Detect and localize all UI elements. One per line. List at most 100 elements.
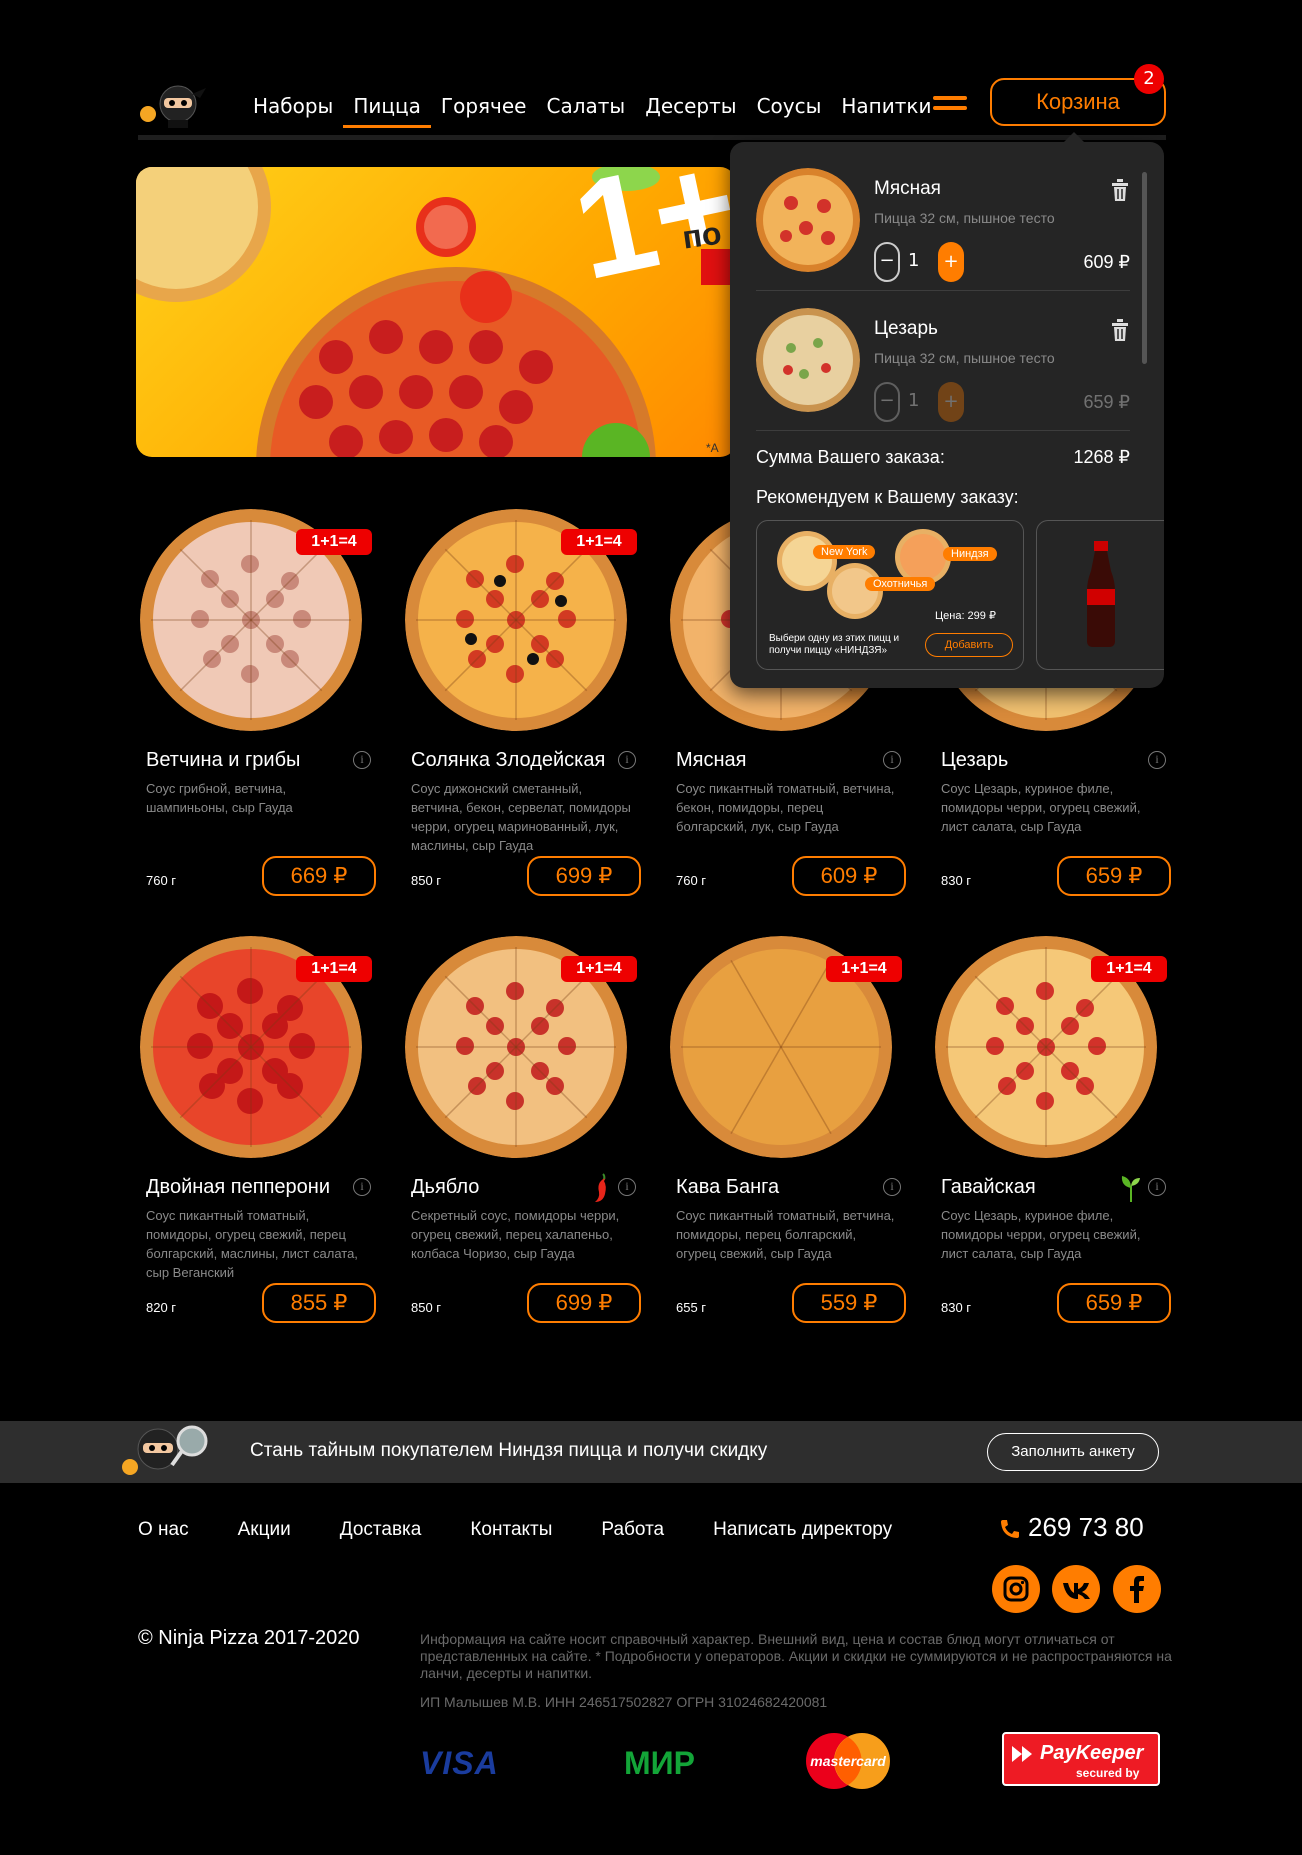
price-button[interactable]: 699 ₽ <box>527 856 641 896</box>
product-name: Цезарь <box>941 749 1009 771</box>
magnifier-icon <box>122 1425 208 1475</box>
qty-value: 1 <box>908 250 920 271</box>
qty-value: 1 <box>908 390 920 411</box>
product-weight: 760 г <box>676 873 707 888</box>
footer-link-promo[interactable]: Акции <box>238 1519 291 1541</box>
vk-icon[interactable] <box>1052 1565 1100 1613</box>
qty-minus-button[interactable]: − <box>874 242 900 282</box>
info-icon[interactable]: i <box>1148 751 1166 769</box>
fill-survey-button[interactable]: Заполнить анкету <box>987 1433 1159 1471</box>
trash-icon[interactable] <box>1110 178 1130 202</box>
footer-nav: О нас Акции Доставка Контакты Работа Нап… <box>138 1519 941 1541</box>
svg-text:по: по <box>680 215 724 256</box>
ninja-logo-icon[interactable] <box>138 80 210 130</box>
nav-hot[interactable]: Горячее <box>431 86 537 126</box>
order-total: Сумма Вашего заказа: 1268 ₽ <box>756 447 1130 468</box>
footer-link-contacts[interactable]: Контакты <box>470 1519 552 1541</box>
cart-item-price: 659 ₽ <box>1083 392 1131 412</box>
product-description: Соус пикантный томатный, ветчина, помидо… <box>676 1208 895 1261</box>
cart-count-badge: 2 <box>1134 64 1164 94</box>
banner-illustration: 1+ *А по <box>136 167 736 457</box>
page: { "header": { "nav": ["Наборы", "Пицца",… <box>0 0 1302 1855</box>
facebook-icon[interactable] <box>1113 1565 1161 1613</box>
price-button[interactable]: 699 ₽ <box>527 1283 641 1323</box>
rec-price: Цена: 299 ₽ <box>935 610 996 622</box>
footer-link-about[interactable]: О нас <box>138 1519 189 1541</box>
rec-tag: Охотничья <box>865 577 936 591</box>
qty-plus-button[interactable]: + <box>938 382 964 422</box>
order-total-value: 1268 ₽ <box>1073 447 1131 467</box>
info-icon[interactable]: i <box>883 751 901 769</box>
product-name: Гавайская <box>941 1176 1036 1198</box>
chili-icon <box>595 1173 606 1202</box>
product-weight: 760 г <box>146 873 177 888</box>
info-icon[interactable]: i <box>1148 1178 1166 1196</box>
qty-minus-button[interactable]: − <box>874 382 900 422</box>
footer-link-delivery[interactable]: Доставка <box>340 1519 422 1541</box>
mir-logo: МИР <box>624 1745 695 1781</box>
cart-item-name: Цезарь <box>874 318 938 339</box>
nav-drinks[interactable]: Напитки <box>831 86 941 126</box>
product-card[interactable]: 1+1=4 Дьябло i Секретный соус, помидоры … <box>403 936 643 1323</box>
qty-plus-button[interactable]: + <box>938 242 964 282</box>
price-button[interactable]: 559 ₽ <box>792 1283 906 1323</box>
nav-pizza[interactable]: Пицца <box>343 86 431 128</box>
price-button[interactable]: 659 ₽ <box>1057 856 1171 896</box>
product-description: Соус Цезарь, куриное филе, помидоры черр… <box>941 1208 1141 1261</box>
cart-item: Цезарь Пицца 32 см, пышное тесто − 1 + 6… <box>756 290 1131 422</box>
trash-icon[interactable] <box>1110 318 1130 342</box>
price-button[interactable]: 609 ₽ <box>792 856 906 896</box>
paykeeper-arrows-icon <box>1012 1746 1032 1762</box>
order-total-label: Сумма Вашего заказа: <box>756 447 945 467</box>
nav-salads[interactable]: Салаты <box>536 86 635 126</box>
price-button[interactable]: 659 ₽ <box>1057 1283 1171 1323</box>
copyright: © Ninja Pizza 2017-2020 <box>138 1627 360 1649</box>
mystery-text: Стань тайным покупателем Ниндзя пицца и … <box>250 1440 768 1461</box>
promo-badge: 1+1=4 <box>1091 956 1167 982</box>
nav-desserts[interactable]: Десерты <box>635 86 746 126</box>
product-name: Кава Банга <box>676 1176 780 1198</box>
promo-banner[interactable]: 1+ *А по <box>136 167 736 457</box>
product-name: Солянка Злодейская <box>411 749 606 771</box>
product-name: Мясная <box>676 749 747 771</box>
info-icon[interactable]: i <box>883 1178 901 1196</box>
paykeeper-text: PayKeeper <box>1040 1742 1144 1764</box>
price-button[interactable]: 669 ₽ <box>262 856 376 896</box>
instagram-icon[interactable] <box>992 1565 1040 1613</box>
rec-add-button[interactable]: Добавить <box>925 633 1013 657</box>
info-icon[interactable]: i <box>353 1178 371 1196</box>
recommend-card-drink[interactable] <box>1036 520 1164 670</box>
main-nav: Наборы Пицца Горячее Салаты Десерты Соус… <box>243 86 942 128</box>
footer-link-director[interactable]: Написать директору <box>713 1519 892 1541</box>
rec-text: Выбери одну из этих пицц и получи пиццу … <box>769 633 900 656</box>
product-weight: 850 г <box>411 1300 442 1315</box>
svg-text:*А: *А <box>706 441 719 455</box>
recommend-card-combo[interactable]: New York Ниндзя Охотничья Цена: 299 ₽ Вы… <box>756 520 1024 670</box>
product-card[interactable]: 1+1=4 Кава Банга i Соус пикантный томатн… <box>668 936 908 1323</box>
info-icon[interactable]: i <box>618 1178 636 1196</box>
nav-sauces[interactable]: Соусы <box>747 86 832 126</box>
info-icon[interactable]: i <box>618 751 636 769</box>
cart-item-desc: Пицца 32 см, пышное тесто <box>874 350 1055 366</box>
phone-number[interactable]: 269 73 80 <box>1028 1512 1144 1543</box>
product-card[interactable]: 1+1=4 Ветчина и грибы i Соус грибной, ве… <box>138 509 378 896</box>
info-icon[interactable]: i <box>353 751 371 769</box>
footer-link-jobs[interactable]: Работа <box>601 1519 664 1541</box>
leaf-icon <box>1121 1176 1140 1202</box>
burger-menu-icon[interactable] <box>933 96 967 116</box>
nav-sets[interactable]: Наборы <box>243 86 343 126</box>
divider <box>756 430 1130 431</box>
legal-text: Информация на сайте носит справочный хар… <box>420 1631 1172 1681</box>
product-card[interactable]: 1+1=4 Солянка Злодейская i Соус дижонски… <box>403 509 643 896</box>
cart-item-desc: Пицца 32 см, пышное тесто <box>874 210 1055 226</box>
paykeeper-sub: secured by <box>1076 1766 1140 1780</box>
product-card[interactable]: 1+1=4 Гавайская i Соус Цезарь, куриное ф… <box>933 936 1173 1323</box>
mystery-shopper-bar: Стань тайным покупателем Ниндзя пицца и … <box>0 1421 1302 1483</box>
visa-logo: VISA <box>420 1745 499 1781</box>
promo-badge: 1+1=4 <box>296 956 372 982</box>
product-card[interactable]: 1+1=4 Двойная пепперони i Соус пикантный… <box>138 936 378 1323</box>
site-header: Наборы Пицца Горячее Салаты Десерты Соус… <box>138 62 1166 140</box>
product-weight: 820 г <box>146 1300 177 1315</box>
dropdown-scrollbar[interactable] <box>1142 172 1147 364</box>
price-button[interactable]: 855 ₽ <box>262 1283 376 1323</box>
